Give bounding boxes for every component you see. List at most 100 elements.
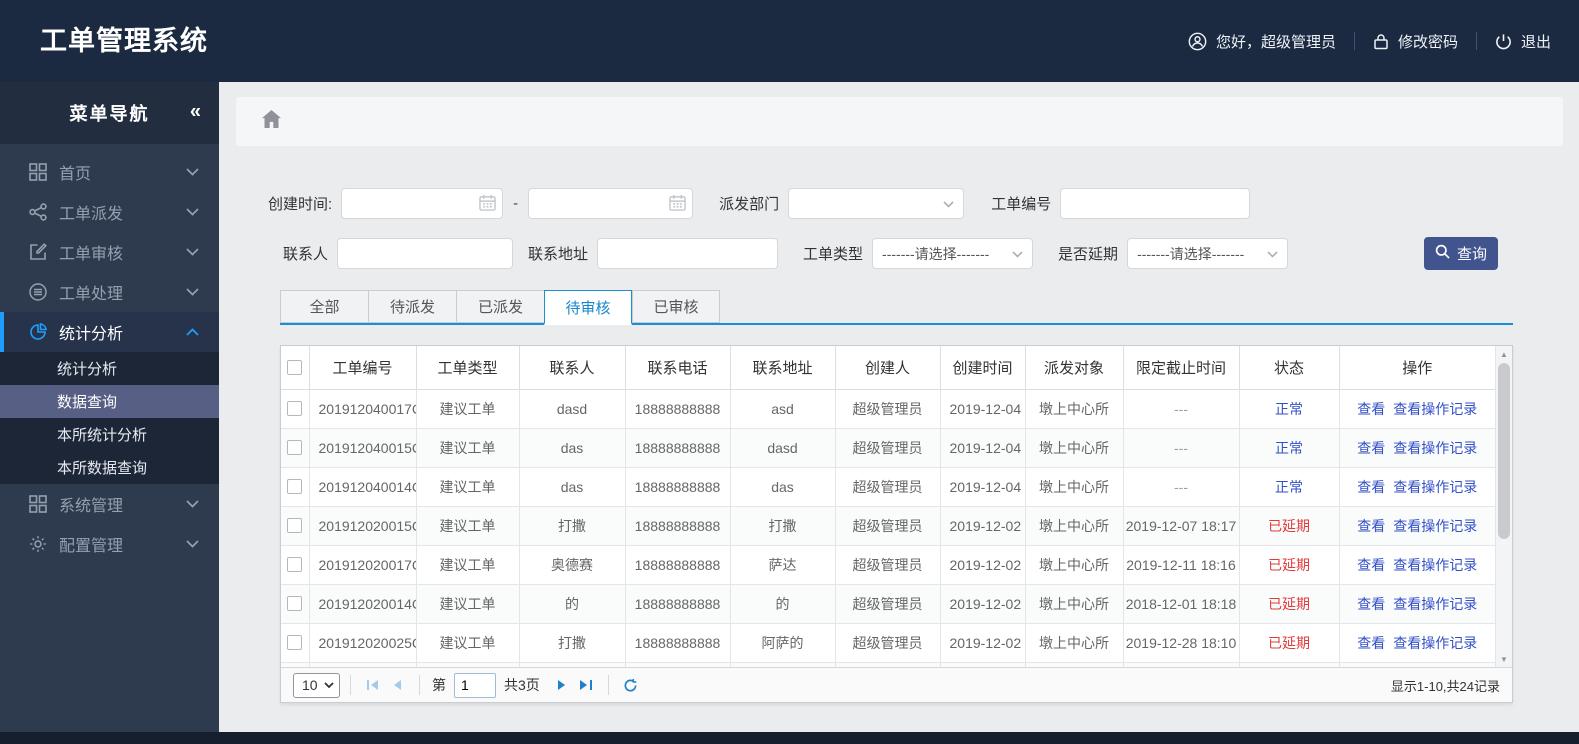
tab-待派发[interactable]: 待派发: [368, 290, 456, 323]
logout-link[interactable]: 退出: [1495, 31, 1551, 52]
column-header: 创建人: [835, 346, 941, 390]
contact-label: 联系人: [283, 246, 329, 263]
end-date-input[interactable]: [529, 189, 693, 218]
view-log-link[interactable]: 查看操作记录: [1393, 401, 1477, 417]
select-all-checkbox[interactable]: [287, 359, 303, 375]
delay-select[interactable]: -------请选择-------: [1127, 238, 1289, 269]
sidebar-subitem[interactable]: 统计分析: [0, 352, 219, 385]
phone-cell: 18888888888: [625, 623, 731, 663]
record-count-info: 显示1-10,共24记录: [1390, 678, 1500, 694]
sidebar-subitem[interactable]: 本所数据查询: [0, 451, 219, 484]
view-log-link[interactable]: 查看操作记录: [1393, 440, 1477, 456]
view-link[interactable]: 查看: [1357, 401, 1385, 417]
last-page-button[interactable]: [574, 673, 598, 697]
table-panel: 工单编号 工单类型 联系人 联系电话 联系地址 创建人 创建时间 派发对象 限定截止时间 状态 操作…: [280, 345, 1513, 703]
sidebar-item-label: 首页: [59, 166, 92, 183]
status-badge: 正常: [1239, 467, 1340, 507]
sidebar-header: 菜单导航 «: [0, 82, 219, 144]
tab-已派发[interactable]: 已派发: [456, 290, 544, 323]
tab-全部[interactable]: 全部: [280, 290, 368, 323]
address-cell: das: [730, 467, 836, 507]
sidebar-item-config[interactable]: 配置管理: [0, 524, 219, 564]
row-checkbox[interactable]: [287, 557, 303, 572]
row-checkbox[interactable]: [287, 479, 303, 494]
column-header: 限定截止时间: [1123, 346, 1240, 390]
chevron-down-icon: [1267, 245, 1278, 262]
sidebar-submenu: 统计分析 数据查询 本所统计分析 本所数据查询: [0, 352, 219, 484]
row-checkbox[interactable]: [287, 401, 303, 416]
start-date-input[interactable]: [342, 189, 503, 218]
view-link[interactable]: 查看: [1357, 557, 1385, 573]
created-cell: 2019-12-02 17: [940, 623, 1026, 663]
view-link[interactable]: 查看: [1357, 596, 1385, 612]
order-type-select[interactable]: -------请选择-------: [872, 238, 1034, 269]
calendar-icon[interactable]: [669, 194, 686, 216]
page-prefix-label: 第: [432, 677, 446, 693]
row-checkbox[interactable]: [287, 440, 303, 455]
order_no-cell: 201912020017C: [309, 545, 417, 585]
view-log-link[interactable]: 查看操作记录: [1393, 518, 1477, 534]
dispatch-dept-select[interactable]: [788, 188, 965, 219]
pagination-bar: 10 第 共3页 显示1-10,共24记录: [281, 667, 1512, 702]
edit-icon: [28, 243, 47, 262]
sidebar-item-review[interactable]: 工单审核: [0, 232, 219, 272]
search-button[interactable]: 查询: [1424, 237, 1498, 270]
sidebar-subitem[interactable]: 数据查询: [0, 385, 219, 418]
sidebar-item-dispatch[interactable]: 工单派发: [0, 192, 219, 232]
created-time-label: 创建时间:: [268, 196, 333, 213]
change-password-link[interactable]: 修改密码: [1373, 31, 1458, 52]
table-row: 201912020017C 建议工单 奥德赛 18888888888 萨达 超级管理员 20…: [281, 545, 1495, 585]
scroll-up-arrow[interactable]: ▲: [1496, 347, 1512, 362]
column-header: 操作: [1339, 346, 1495, 390]
view-log-link[interactable]: 查看操作记录: [1393, 635, 1477, 651]
creator-cell: 超级管理员: [835, 467, 941, 507]
end-date-field[interactable]: [528, 188, 694, 219]
row-checkbox[interactable]: [287, 596, 303, 611]
view-link[interactable]: 查看: [1357, 479, 1385, 495]
tab-已审核[interactable]: 已审核: [632, 290, 720, 323]
order-no-input[interactable]: [1061, 189, 1250, 218]
address-input[interactable]: [598, 239, 778, 268]
actions-cell: 查看 查看操作记录: [1339, 623, 1495, 663]
pager-divider: [607, 675, 609, 695]
sidebar-item-label: 统计分析: [59, 326, 124, 343]
view-log-link[interactable]: 查看操作记录: [1393, 479, 1477, 495]
first-page-button[interactable]: [361, 673, 385, 697]
view-log-link[interactable]: 查看操作记录: [1393, 557, 1477, 573]
next-page-button[interactable]: [550, 673, 574, 697]
sidebar-item-process[interactable]: 工单处理: [0, 272, 219, 312]
contact-input[interactable]: [338, 239, 513, 268]
work-order-table: 工单编号 工单类型 联系人 联系电话 联系地址 创建人 创建时间 派发对象 限定截止时间 状态 操作…: [281, 346, 1495, 668]
order_no-cell: 201912040017C: [309, 389, 417, 429]
view-log-link[interactable]: 查看操作记录: [1393, 596, 1477, 612]
row-checkbox[interactable]: [287, 635, 303, 650]
column-header: 状态: [1239, 346, 1340, 390]
sidebar-item-system[interactable]: 系统管理: [0, 484, 219, 524]
tab-待审核[interactable]: 待审核: [544, 290, 632, 325]
calendar-icon[interactable]: [479, 194, 496, 216]
refresh-icon[interactable]: [619, 673, 643, 697]
start-date-field[interactable]: [341, 188, 504, 219]
prev-page-button[interactable]: [385, 673, 409, 697]
scroll-down-arrow[interactable]: ▼: [1496, 652, 1512, 667]
grid-icon: [28, 163, 47, 182]
vertical-scrollbar[interactable]: ▲ ▼: [1495, 346, 1512, 668]
chevron-down-icon: [186, 203, 199, 221]
type-cell: 建议工单: [416, 389, 520, 429]
home-icon[interactable]: [262, 110, 281, 133]
contact-cell: 的: [519, 584, 626, 624]
view-link[interactable]: 查看: [1357, 635, 1385, 651]
contact-field[interactable]: [337, 238, 514, 269]
scrollbar-thumb[interactable]: [1498, 363, 1510, 539]
view-link[interactable]: 查看: [1357, 440, 1385, 456]
sidebar-item-stats[interactable]: 统计分析: [0, 312, 219, 352]
sidebar-item-home[interactable]: 首页: [0, 152, 219, 192]
sidebar-subitem[interactable]: 本所统计分析: [0, 418, 219, 451]
view-link[interactable]: 查看: [1357, 518, 1385, 534]
page-number-input[interactable]: [454, 672, 496, 698]
row-checkbox[interactable]: [287, 518, 303, 533]
page-size-select[interactable]: 10: [293, 672, 340, 698]
address-field[interactable]: [597, 238, 779, 269]
collapse-sidebar-button[interactable]: «: [190, 101, 201, 124]
order-no-field[interactable]: [1060, 188, 1251, 219]
